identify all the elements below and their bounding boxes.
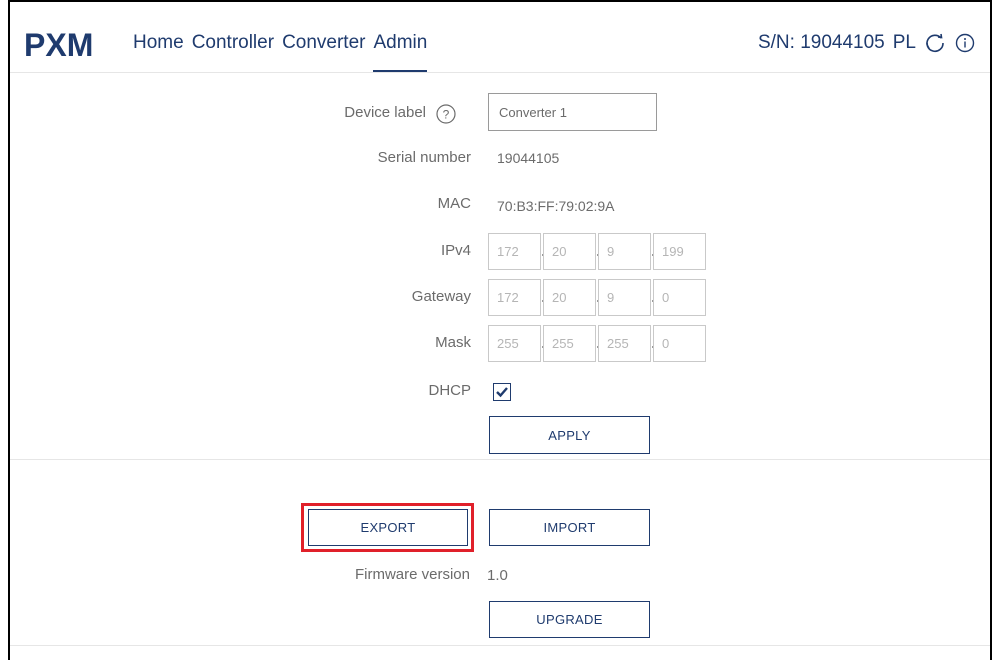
gateway-octet-4[interactable] [653,279,706,316]
upgrade-button[interactable]: UPGRADE [489,601,650,638]
gateway-octet-2[interactable] [543,279,596,316]
gateway-label: Gateway [411,288,471,305]
header-status: S/N: 19044105 PL [758,32,976,54]
help-icon[interactable]: ? [435,103,457,125]
top-bar: PXM Home Controller Converter Admin S/N:… [10,2,990,73]
section-divider [10,459,990,460]
serial-number-value: 19044105 [497,150,560,166]
apply-button[interactable]: APPLY [489,416,650,454]
nav-converter[interactable]: Converter [282,32,365,72]
export-button[interactable]: EXPORT [308,509,468,546]
firmware-version-value: 1.0 [487,567,508,584]
nav-home[interactable]: Home [133,32,184,72]
serial-number-label: Serial number [377,149,471,166]
gateway-octet-1[interactable] [488,279,541,316]
mask-octet-3[interactable] [598,325,651,362]
ipv4-octet-2[interactable] [543,233,596,270]
device-label-label: Device label [344,104,426,121]
ipv4-label: IPv4 [440,242,471,259]
ipv4-octet-3[interactable] [598,233,651,270]
dhcp-checkbox[interactable] [493,383,511,401]
mac-value: 70:B3:FF:79:02:9A [497,198,615,214]
main-nav: Home Controller Converter Admin [133,32,428,72]
dhcp-label: DHCP [428,382,471,399]
firmware-version-label: Firmware version [354,566,470,583]
ipv4-octet-4[interactable] [653,233,706,270]
mask-octet-4[interactable] [653,325,706,362]
language-switch[interactable]: PL [893,32,916,54]
refresh-icon[interactable] [924,32,946,54]
mac-label: MAC [437,195,471,212]
device-label-input[interactable] [488,93,657,131]
pxm-logo: PXM [24,28,93,60]
serial-number-display: S/N: 19044105 [757,32,885,53]
gateway-octet-3[interactable] [598,279,651,316]
checkmark-icon [496,387,508,398]
info-icon[interactable] [954,32,976,54]
bottom-divider [10,645,990,646]
svg-text:PXM: PXM [24,28,93,60]
ipv4-octet-1[interactable] [488,233,541,270]
mask-label: Mask [435,334,471,351]
import-button[interactable]: IMPORT [489,509,650,546]
mask-octet-2[interactable] [543,325,596,362]
mask-octet-1[interactable] [488,325,541,362]
nav-controller[interactable]: Controller [192,32,274,72]
svg-text:?: ? [443,108,450,122]
nav-admin[interactable]: Admin [373,32,428,72]
